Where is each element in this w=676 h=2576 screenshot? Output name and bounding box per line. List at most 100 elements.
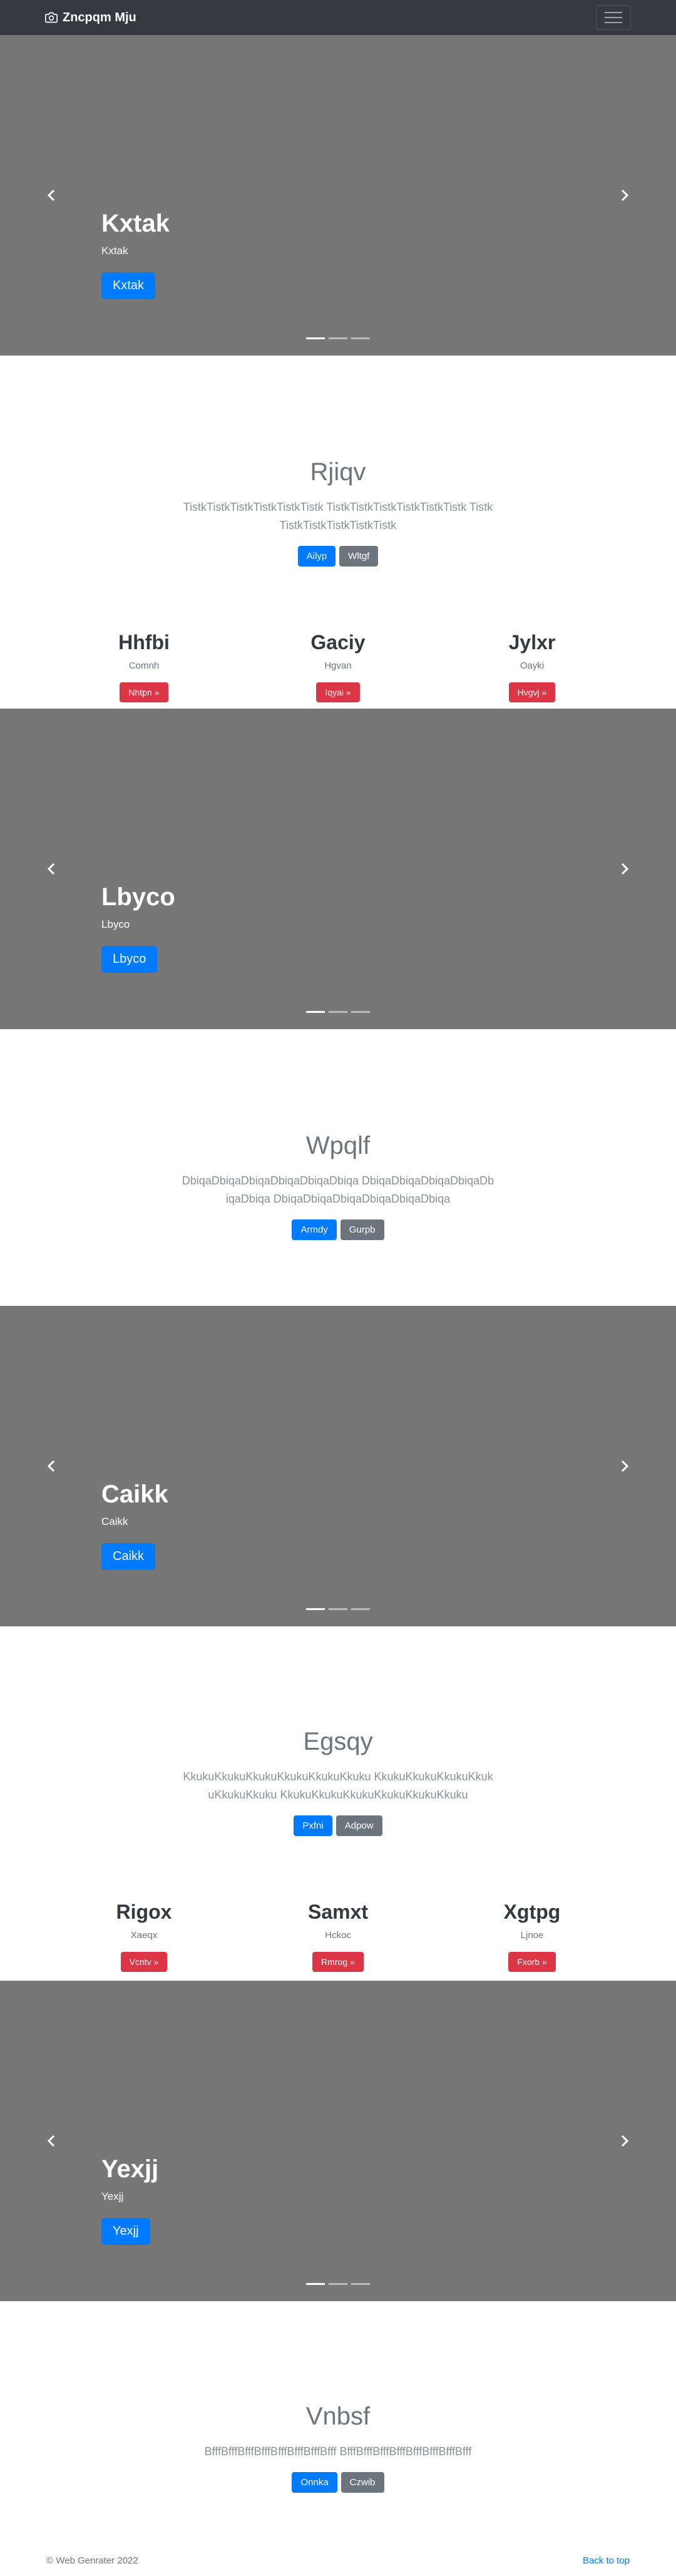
feature-button[interactable]: Vcntv » bbox=[120, 1952, 168, 1972]
navbar-toggler[interactable] bbox=[596, 5, 631, 30]
back-to-top-link[interactable]: Back to top bbox=[583, 2555, 630, 2566]
carousel-indicators bbox=[0, 337, 676, 339]
camera-icon bbox=[45, 12, 58, 23]
feature-title: Xgtpg bbox=[503, 1901, 561, 1923]
carousel-button[interactable]: Caikk bbox=[101, 1543, 156, 1570]
brand-name: Zncpqm Mju bbox=[63, 10, 136, 24]
secondary-button[interactable]: Adpow bbox=[335, 1815, 382, 1836]
carousel-next-button[interactable] bbox=[617, 2133, 632, 2148]
primary-button[interactable]: Pxfni bbox=[294, 1815, 332, 1836]
feature-button[interactable]: Nhtpn » bbox=[120, 682, 168, 702]
feature-column: Rigox Xaeqx Vcntv » bbox=[81, 1901, 207, 1972]
feature-button[interactable]: Fxorb » bbox=[508, 1952, 556, 1972]
feature-column: Hhfbi Comnh Nhtpn » bbox=[81, 631, 207, 702]
chevron-right-icon bbox=[621, 863, 629, 875]
primary-button[interactable]: Armdy bbox=[292, 1219, 337, 1240]
carousel-2: Lbyco Lbyco Lbyco bbox=[0, 709, 676, 1029]
feature-column: Xgtpg Ljnoe Fxorb » bbox=[469, 1901, 595, 1972]
jumbotron-lead: BfffBfffBfffBfffBfffBfffBfffBfff BfffBff… bbox=[204, 2445, 472, 2458]
jumbotron-title: Wpqlf bbox=[305, 1132, 371, 1159]
carousel-prev-button[interactable] bbox=[44, 188, 59, 203]
chevron-left-icon bbox=[47, 189, 55, 202]
indicator[interactable] bbox=[351, 337, 370, 339]
carousel-3: Caikk Caikk Caikk bbox=[0, 1306, 676, 1626]
copyright-text: © Web Genrater 2022 bbox=[46, 2555, 138, 2566]
chevron-right-icon bbox=[621, 189, 629, 202]
feature-title: Hhfbi bbox=[118, 631, 170, 654]
indicator[interactable] bbox=[351, 2283, 370, 2285]
feature-text: Comnh bbox=[128, 660, 160, 671]
carousel-text: Lbyco bbox=[101, 918, 130, 930]
carousel-button[interactable]: Lbyco bbox=[101, 946, 158, 973]
secondary-button[interactable]: Gurpb bbox=[340, 1219, 384, 1240]
feature-button[interactable]: Rmrog » bbox=[312, 1952, 364, 1972]
carousel-next-button[interactable] bbox=[617, 188, 632, 203]
features-2: Rigox Xaeqx Vcntv » Samxt Hckoc Rmrog » … bbox=[0, 1901, 676, 1972]
feature-title: Rigox bbox=[116, 1901, 172, 1923]
carousel-caption: Lbyco Lbyco Lbyco bbox=[101, 882, 175, 973]
jumbotron-title: Egsqy bbox=[303, 1728, 373, 1755]
carousel-button[interactable]: Yexjj bbox=[101, 2218, 150, 2245]
chevron-left-icon bbox=[47, 2135, 55, 2147]
chevron-left-icon bbox=[47, 863, 55, 875]
jumbotron-3: Egsqy KkukuKkukuKkukuKkukuKkukuKkuku Kku… bbox=[0, 1727, 676, 1836]
feature-text: Xaeqx bbox=[130, 1930, 158, 1941]
carousel-prev-button[interactable] bbox=[44, 861, 59, 876]
feature-title: Samxt bbox=[307, 1901, 369, 1923]
jumbotron-1: Rjiqv TistkTistkTistkTistkTistkTistk Tis… bbox=[0, 457, 676, 567]
indicator[interactable] bbox=[351, 1011, 370, 1013]
secondary-button[interactable]: Czwib bbox=[341, 2471, 384, 2493]
feature-text: Oayki bbox=[520, 660, 545, 671]
indicator[interactable] bbox=[329, 2283, 347, 2285]
indicator[interactable] bbox=[329, 1011, 347, 1013]
carousel-text: Kxtak bbox=[101, 245, 128, 257]
secondary-button[interactable]: Wltgf bbox=[339, 545, 379, 567]
carousel-next-button[interactable] bbox=[617, 861, 632, 876]
feature-button[interactable]: Hvgvj » bbox=[508, 682, 556, 702]
jumbotron-lead: KkukuKkukuKkukuKkukuKkukuKkuku KkukuKkuk… bbox=[183, 1770, 493, 1801]
indicator[interactable] bbox=[306, 2283, 325, 2285]
carousel-title: Lbyco bbox=[101, 883, 175, 911]
feature-text: Ljnoe bbox=[520, 1930, 544, 1941]
hamburger-icon bbox=[605, 12, 622, 13]
indicator[interactable] bbox=[329, 1608, 347, 1610]
feature-button[interactable]: Iqyai » bbox=[316, 682, 360, 702]
indicator[interactable] bbox=[306, 337, 325, 339]
carousel-title: Kxtak bbox=[101, 210, 170, 237]
jumbotron-lead: DbiqaDbiqaDbiqaDbiqaDbiqaDbiqa DbiqaDbiq… bbox=[182, 1174, 494, 1205]
indicator[interactable] bbox=[306, 1011, 325, 1013]
carousel-button[interactable]: Kxtak bbox=[101, 272, 156, 299]
primary-button[interactable]: Ailyp bbox=[297, 545, 336, 567]
chevron-right-icon bbox=[621, 2135, 629, 2147]
feature-text: Hgvan bbox=[324, 660, 352, 671]
jumbotron-title: Vnbsf bbox=[305, 2403, 371, 2430]
feature-text: Hckoc bbox=[325, 1930, 351, 1941]
feature-title: Gaciy bbox=[310, 631, 366, 654]
jumbotron-title: Rjiqv bbox=[310, 458, 366, 486]
page: Zncpqm Mju Kxtak Kxtak Kxtak Rjiqv Tistk… bbox=[0, 0, 676, 2576]
indicator[interactable] bbox=[351, 1608, 370, 1610]
carousel-indicators bbox=[0, 1608, 676, 1610]
feature-column: Gaciy Hgvan Iqyai » bbox=[275, 631, 401, 702]
carousel-title: Caikk bbox=[101, 1480, 168, 1508]
feature-title: Jylxr bbox=[508, 631, 556, 654]
primary-button[interactable]: Onnka bbox=[292, 2471, 337, 2493]
indicator[interactable] bbox=[306, 1608, 325, 1610]
features-1: Hhfbi Comnh Nhtpn » Gaciy Hgvan Iqyai » … bbox=[0, 631, 676, 702]
carousel-4: Yexjj Yexjj Yexjj bbox=[0, 1981, 676, 2301]
carousel-caption: Kxtak Kxtak Kxtak bbox=[101, 208, 170, 299]
feature-column: Samxt Hckoc Rmrog » bbox=[275, 1901, 401, 1972]
chevron-right-icon bbox=[621, 1460, 629, 1472]
navbar-brand[interactable]: Zncpqm Mju bbox=[45, 11, 136, 25]
carousel-prev-button[interactable] bbox=[44, 1459, 59, 1474]
feature-column: Jylxr Oayki Hvgvj » bbox=[469, 631, 595, 702]
carousel-1: Kxtak Kxtak Kxtak bbox=[0, 35, 676, 356]
footer: © Web Genrater 2022 Back to top bbox=[0, 2545, 676, 2576]
carousel-next-button[interactable] bbox=[617, 1459, 632, 1474]
indicator[interactable] bbox=[329, 337, 347, 339]
navbar: Zncpqm Mju bbox=[0, 0, 676, 35]
jumbotron-lead: TistkTistkTistkTistkTistkTistk TistkTist… bbox=[183, 501, 493, 531]
jumbotron-2: Wpqlf DbiqaDbiqaDbiqaDbiqaDbiqaDbiqa Dbi… bbox=[0, 1131, 676, 1240]
carousel-prev-button[interactable] bbox=[44, 2133, 59, 2148]
carousel-indicators bbox=[0, 1011, 676, 1013]
